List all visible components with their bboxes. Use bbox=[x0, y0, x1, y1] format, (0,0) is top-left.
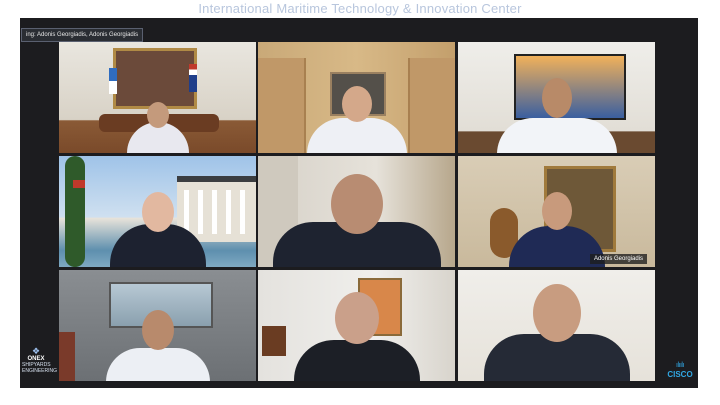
participant-name-tag: Adonis Georgiadis bbox=[589, 254, 647, 264]
participant-tile-5[interactable] bbox=[258, 156, 455, 267]
participant-tile-2[interactable] bbox=[258, 42, 455, 153]
participant-tile-4[interactable] bbox=[59, 156, 256, 267]
onex-logo-icon: ❖ bbox=[31, 346, 41, 356]
participant-tile-3[interactable] bbox=[458, 42, 655, 153]
participant-tile-9[interactable] bbox=[458, 270, 655, 381]
cisco-logo-name: CISCO bbox=[667, 370, 693, 379]
event-banner-title: International Maritime Technology & Inno… bbox=[198, 1, 522, 16]
participant-tile-1[interactable] bbox=[59, 42, 256, 153]
onex-logo: ❖ ONEX SHIPYARDS ENGINEERING bbox=[22, 346, 58, 374]
cisco-logo-icon: ılıılı bbox=[676, 362, 684, 369]
participant-tile-8[interactable] bbox=[258, 270, 455, 381]
speaking-indicator: ing: Adonis Georgiadis, Adonis Georgiadi… bbox=[21, 28, 144, 42]
participant-tile-7[interactable] bbox=[59, 270, 256, 381]
participant-tile-6-active[interactable]: Adonis Georgiadis bbox=[458, 156, 655, 267]
cisco-logo: ılıılı CISCO bbox=[663, 362, 697, 379]
onex-logo-subtitle-2: ENGINEERING bbox=[22, 368, 58, 374]
